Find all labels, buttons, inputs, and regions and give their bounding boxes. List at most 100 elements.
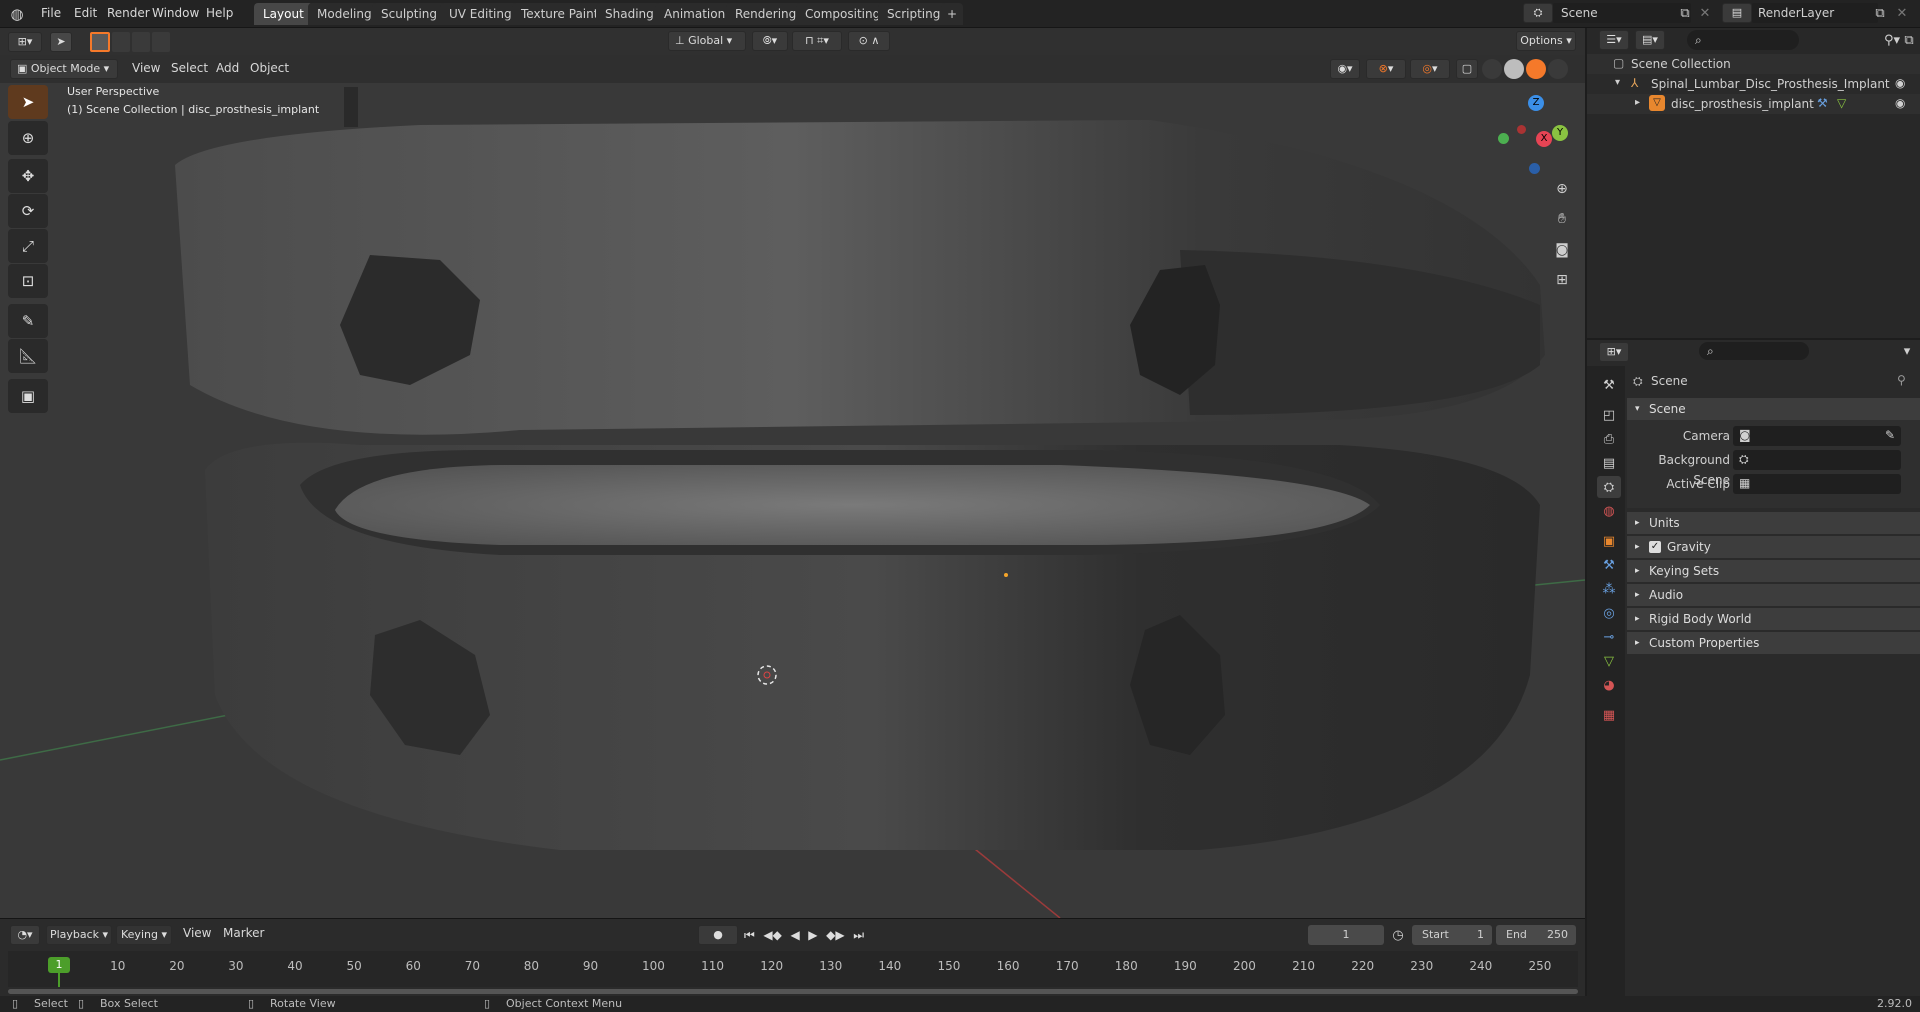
panel-custom-properties-header[interactable]: ▸ Custom Properties bbox=[1627, 632, 1920, 654]
properties-editor-type-button[interactable]: ⊞▾ bbox=[1599, 342, 1629, 362]
play-icon[interactable]: ▶ bbox=[808, 925, 817, 945]
modifiers-tab-icon[interactable]: ⚒ bbox=[1597, 554, 1621, 576]
timeline-track[interactable]: 1 10 20 30 40 50 60 70 80 90 100 110 120 130 140 150 16… bbox=[8, 951, 1578, 987]
gravity-checkbox[interactable]: ✓ bbox=[1649, 541, 1661, 553]
scene-tab-icon[interactable]: ⛭ bbox=[1597, 476, 1621, 498]
menu-edit[interactable]: Edit bbox=[68, 0, 103, 26]
panel-audio-header[interactable]: ▸ Audio bbox=[1627, 584, 1920, 606]
outliner-row-collection[interactable]: ▾ ⅄ Spinal_Lumbar_Disc_Prosthesis_Implan… bbox=[1587, 74, 1920, 94]
gizmo-neg-x[interactable] bbox=[1517, 125, 1526, 134]
panel-gravity-header[interactable]: ▸ ✓ Gravity bbox=[1627, 536, 1920, 558]
camera-field[interactable]: ◙ ✎ bbox=[1733, 426, 1901, 446]
render-layer-field[interactable]: RenderLayer bbox=[1752, 3, 1878, 23]
tool-move[interactable]: ✥ bbox=[8, 159, 48, 193]
blender-logo-icon[interactable]: ◍ bbox=[6, 3, 28, 25]
tool-annotate[interactable]: ✎ bbox=[8, 304, 48, 338]
select-mode-button[interactable]: ➤ bbox=[50, 32, 72, 52]
keying-dropdown[interactable]: Keying ▾ bbox=[116, 925, 172, 945]
timeline-editor-type-button[interactable]: ◔▾ bbox=[10, 925, 40, 945]
panel-rigid-body-world-header[interactable]: ▸ Rigid Body World bbox=[1627, 608, 1920, 630]
proportional-edit-button[interactable]: ⊙ ∧ bbox=[848, 31, 890, 51]
tool-scale[interactable]: ⤢ bbox=[8, 229, 48, 263]
camera-view-icon[interactable]: ◙ bbox=[1550, 238, 1574, 262]
tab-uv-editing[interactable]: UV Editing bbox=[440, 3, 521, 25]
timeline-menu-view[interactable]: View bbox=[183, 923, 211, 943]
panel-keying-sets-header[interactable]: ▸ Keying Sets bbox=[1627, 560, 1920, 582]
panel-scene-header[interactable]: ▾ Scene bbox=[1627, 398, 1920, 420]
tab-rendering[interactable]: Rendering bbox=[726, 3, 806, 25]
particles-tab-icon[interactable]: ⁂ bbox=[1597, 578, 1621, 600]
tab-modeling[interactable]: Modeling bbox=[308, 3, 381, 25]
collapse-arrow-icon[interactable]: ▸ bbox=[1635, 97, 1640, 108]
background-scene-field[interactable]: ⛭ bbox=[1733, 450, 1901, 470]
tab-animation[interactable]: Animation bbox=[655, 3, 735, 25]
render-tab-icon[interactable]: ◰ bbox=[1597, 404, 1621, 426]
tool-rotate[interactable]: ⟳ bbox=[8, 194, 48, 228]
navigation-gizmo[interactable]: Z Y X bbox=[1490, 85, 1580, 175]
menu-help[interactable]: Help bbox=[200, 0, 239, 26]
snap-dropdown[interactable]: ⊓ ⌗▾ bbox=[792, 31, 842, 51]
tab-texture-paint[interactable]: Texture Paint bbox=[512, 3, 608, 25]
properties-options-icon[interactable]: ▾ bbox=[1897, 342, 1917, 360]
preview-range-icon[interactable]: ◷ bbox=[1388, 925, 1408, 945]
outliner-search-input[interactable]: ⌕ bbox=[1687, 30, 1799, 50]
timeline-menu-marker[interactable]: Marker bbox=[223, 923, 264, 943]
timeline-scrollbar[interactable] bbox=[8, 989, 1578, 994]
tab-compositing[interactable]: Compositing bbox=[796, 3, 890, 25]
new-view-layer-icon[interactable]: ⧉ bbox=[1870, 3, 1890, 23]
editor-type-button[interactable]: ⊞▾ bbox=[8, 32, 42, 52]
3d-viewport[interactable]: ▣ Object Mode ▾ View Select Add Object ◉… bbox=[0, 55, 1585, 918]
tab-shading[interactable]: Shading bbox=[596, 3, 663, 25]
start-frame-field[interactable]: Start 1 bbox=[1412, 925, 1492, 945]
tool-cursor[interactable]: ⊕ bbox=[8, 121, 48, 155]
outliner-row-scene-collection[interactable]: ▢ Scene Collection bbox=[1587, 54, 1920, 74]
tab-layout[interactable]: Layout bbox=[254, 3, 313, 25]
delete-scene-icon[interactable]: ✕ bbox=[1695, 3, 1715, 23]
new-scene-icon[interactable]: ⧉ bbox=[1675, 3, 1695, 23]
jump-start-icon[interactable]: ⏮ bbox=[744, 925, 755, 945]
expand-arrow-icon[interactable]: ▾ bbox=[1615, 77, 1620, 88]
tab-sculpting[interactable]: Sculpting bbox=[372, 3, 447, 25]
panel-units-header[interactable]: ▸ Units bbox=[1627, 512, 1920, 534]
view-layer-selector-button[interactable]: ▤ bbox=[1722, 3, 1752, 23]
world-tab-icon[interactable]: ◍ bbox=[1597, 500, 1621, 522]
outliner-editor-type-button[interactable]: ☰▾ bbox=[1599, 30, 1629, 50]
light-object[interactable] bbox=[344, 87, 358, 127]
mesh-data-icon[interactable]: ▽ bbox=[1837, 96, 1846, 110]
physics-tab-icon[interactable]: ◎ bbox=[1597, 602, 1621, 624]
tab-scripting[interactable]: Scripting bbox=[878, 3, 950, 25]
transform-orientation-dropdown[interactable]: ⊥ Global ▾ bbox=[668, 31, 746, 51]
constraints-tab-icon[interactable]: ⊸ bbox=[1597, 626, 1621, 648]
active-clip-field[interactable]: ▦ bbox=[1733, 474, 1901, 494]
select-subtract-icon[interactable] bbox=[132, 32, 150, 52]
texture-tab-icon[interactable]: ▦ bbox=[1597, 704, 1621, 726]
jump-end-icon[interactable]: ⏭ bbox=[853, 925, 864, 945]
menu-file[interactable]: File bbox=[35, 0, 67, 26]
select-new-icon[interactable] bbox=[90, 32, 110, 52]
tool-measure[interactable]: 📐︎ bbox=[8, 339, 48, 373]
scene-name-field[interactable]: Scene bbox=[1553, 3, 1691, 23]
add-workspace-button[interactable]: + bbox=[941, 3, 964, 25]
new-collection-icon[interactable]: ⧉ bbox=[1899, 30, 1919, 50]
visibility-eye-icon[interactable]: ◉ bbox=[1895, 76, 1905, 90]
pivot-point-dropdown[interactable]: ⦾▾ bbox=[752, 31, 788, 51]
delete-view-layer-icon[interactable]: ✕ bbox=[1892, 3, 1912, 23]
gizmo-neg-z[interactable] bbox=[1529, 163, 1540, 174]
data-tab-icon[interactable]: ▽ bbox=[1597, 650, 1621, 672]
properties-search-input[interactable]: ⌕ bbox=[1699, 342, 1809, 360]
gizmo-z-axis[interactable]: Z bbox=[1528, 95, 1544, 111]
gizmo-neg-y[interactable] bbox=[1498, 133, 1509, 144]
playback-dropdown[interactable]: Playback ▾ bbox=[46, 925, 112, 945]
next-keyframe-icon[interactable]: ◆▶ bbox=[826, 925, 844, 945]
object-tab-icon[interactable]: ▣ bbox=[1597, 530, 1621, 552]
gizmo-y-axis[interactable]: Y bbox=[1552, 125, 1568, 141]
modifier-wrench-icon[interactable]: ⚒ bbox=[1817, 96, 1828, 110]
display-mode-button[interactable]: ▤▾ bbox=[1635, 30, 1665, 50]
view-layer-tab-icon[interactable]: ▤ bbox=[1597, 452, 1621, 474]
select-intersect-icon[interactable] bbox=[152, 32, 170, 52]
material-tab-icon[interactable]: ◕ bbox=[1597, 674, 1621, 696]
auto-keying-button[interactable]: ● bbox=[698, 925, 738, 945]
prev-keyframe-icon[interactable]: ◀◆ bbox=[763, 925, 781, 945]
implant-core[interactable] bbox=[335, 465, 1370, 545]
tool-add-cube[interactable]: ▣ bbox=[8, 379, 48, 413]
